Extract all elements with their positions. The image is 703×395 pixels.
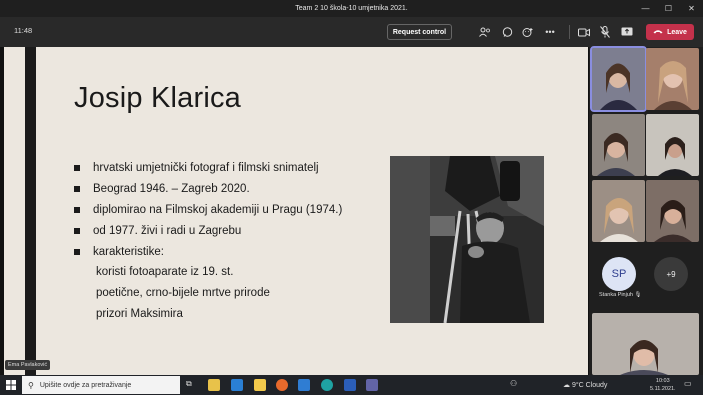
weather-text: 9°C Cloudy	[571, 382, 608, 389]
clock-date: 5.11.2021.	[650, 386, 676, 392]
maximize-icon[interactable]: ☐	[657, 0, 680, 17]
search-placeholder: Upišite ovdje za pretraživanje	[39, 381, 132, 389]
chat-icon[interactable]	[500, 25, 514, 39]
close-icon[interactable]: ✕	[680, 0, 703, 17]
participant-video-tile[interactable]	[646, 180, 699, 242]
leave-button[interactable]: Leave	[646, 24, 694, 40]
shared-content-stage: Josip Klarica hrvatski umjetnički fotogr…	[0, 47, 589, 375]
file-explorer-icon[interactable]	[254, 379, 266, 391]
slide-left-margin	[4, 47, 25, 375]
teams-icon[interactable]	[366, 379, 378, 391]
bullet-text: hrvatski umjetnički fotograf i filmski s…	[93, 161, 319, 174]
bullet-text: karakteristike:	[93, 245, 164, 258]
bullet-marker	[74, 206, 80, 213]
leave-label: Leave	[667, 28, 687, 36]
camera-icon[interactable]	[577, 25, 591, 39]
clock-time: 10:03	[655, 378, 670, 384]
photos-icon[interactable]	[298, 379, 310, 391]
search-icon: ⚲	[28, 380, 34, 390]
windows-start-icon[interactable]	[6, 380, 16, 390]
participant-name: Stanka Pinjuh 🎙	[599, 292, 642, 298]
meeting-timer: 11:48	[14, 26, 33, 35]
bullet-item: od 1977. živi i radi u Zagrebu	[74, 220, 342, 241]
more-actions-icon[interactable]: •••	[543, 25, 557, 39]
word-icon[interactable]	[344, 379, 356, 391]
bullet-marker	[74, 164, 80, 171]
bullet-item: Beograd 1946. – Zagreb 2020.	[74, 178, 342, 199]
bullet-item: hrvatski umjetnički fotograf i filmski s…	[74, 157, 342, 178]
self-video-tile[interactable]	[592, 313, 699, 375]
slide-bullet-list: hrvatski umjetnički fotograf i filmski s…	[74, 157, 342, 325]
participant-video-tile[interactable]	[646, 48, 699, 110]
store-icon[interactable]	[208, 379, 220, 391]
window-title-bar: Team 2 10 škola-10 umjetnika 2021. — ☐ ✕	[0, 0, 703, 17]
microphone-muted-icon: 🎙	[634, 292, 642, 298]
phone-hangup-icon	[653, 29, 663, 36]
participant-video-tile[interactable]	[646, 114, 699, 176]
share-screen-icon[interactable]	[620, 25, 634, 39]
presentation-slide: Josip Klarica hrvatski umjetnički fotogr…	[4, 47, 588, 375]
system-clock[interactable]: 10:03 5.11.2021.	[650, 377, 676, 393]
edge-icon[interactable]	[321, 379, 333, 391]
cloud-icon: ☁	[563, 382, 570, 389]
reactions-icon[interactable]	[521, 25, 535, 39]
bullet-text: od 1977. živi i radi u Zagrebu	[93, 224, 242, 237]
participant-avatar[interactable]: SP	[602, 257, 636, 291]
participants-icon[interactable]	[478, 25, 492, 39]
bullet-marker	[74, 227, 80, 234]
request-control-button[interactable]: Request control	[387, 24, 452, 40]
weather-widget[interactable]: ☁ 9°C Cloudy	[563, 381, 607, 389]
toolbar-divider	[569, 25, 570, 39]
windows-taskbar: ⚲ Upišite ovdje za pretraživanje ⧉ ⚇ ☁ 9…	[0, 375, 703, 395]
window-controls: — ☐ ✕	[634, 0, 703, 17]
bullet-text: Beograd 1946. – Zagreb 2020.	[93, 182, 250, 195]
presenter-name-tag: Ema Pavlaković	[5, 360, 51, 370]
participant-video-tile[interactable]	[592, 114, 645, 176]
minimize-icon[interactable]: —	[634, 0, 657, 17]
more-participants-button[interactable]: +9	[654, 257, 688, 291]
window-title: Team 2 10 škola-10 umjetnika 2021.	[295, 5, 408, 12]
sub-item: prizori Maksimira	[96, 308, 183, 320]
bullet-marker	[74, 248, 80, 255]
photographer-portrait-image	[390, 156, 544, 323]
bullet-item: karakteristike:	[74, 241, 342, 262]
participant-video-tile[interactable]	[590, 46, 647, 112]
sub-item: koristi fotoaparate iz 19. st.	[96, 266, 234, 278]
task-view-icon[interactable]: ⧉	[186, 379, 198, 391]
taskbar-search-box[interactable]: ⚲ Upišite ovdje za pretraživanje	[22, 376, 180, 394]
slide-accent-bar	[25, 47, 36, 375]
notifications-icon[interactable]: ▭	[684, 379, 696, 391]
firefox-icon[interactable]	[276, 379, 288, 391]
mail-icon[interactable]	[231, 379, 243, 391]
bullet-marker	[74, 185, 80, 192]
slide-title: Josip Klarica	[74, 82, 241, 114]
bullet-item: diplomirao na Filmskoj akademiji u Pragu…	[74, 199, 342, 220]
meeting-toolbar: 11:48 Request control ••• Leave	[0, 17, 703, 47]
microphone-muted-icon[interactable]	[598, 25, 612, 39]
bullet-text: diplomirao na Filmskoj akademiji u Pragu…	[93, 203, 343, 216]
people-icon[interactable]: ⚇	[510, 379, 522, 391]
participant-video-tile[interactable]	[592, 180, 645, 242]
sub-item: poetične, crno-bijele mrtve prirode	[96, 287, 270, 299]
